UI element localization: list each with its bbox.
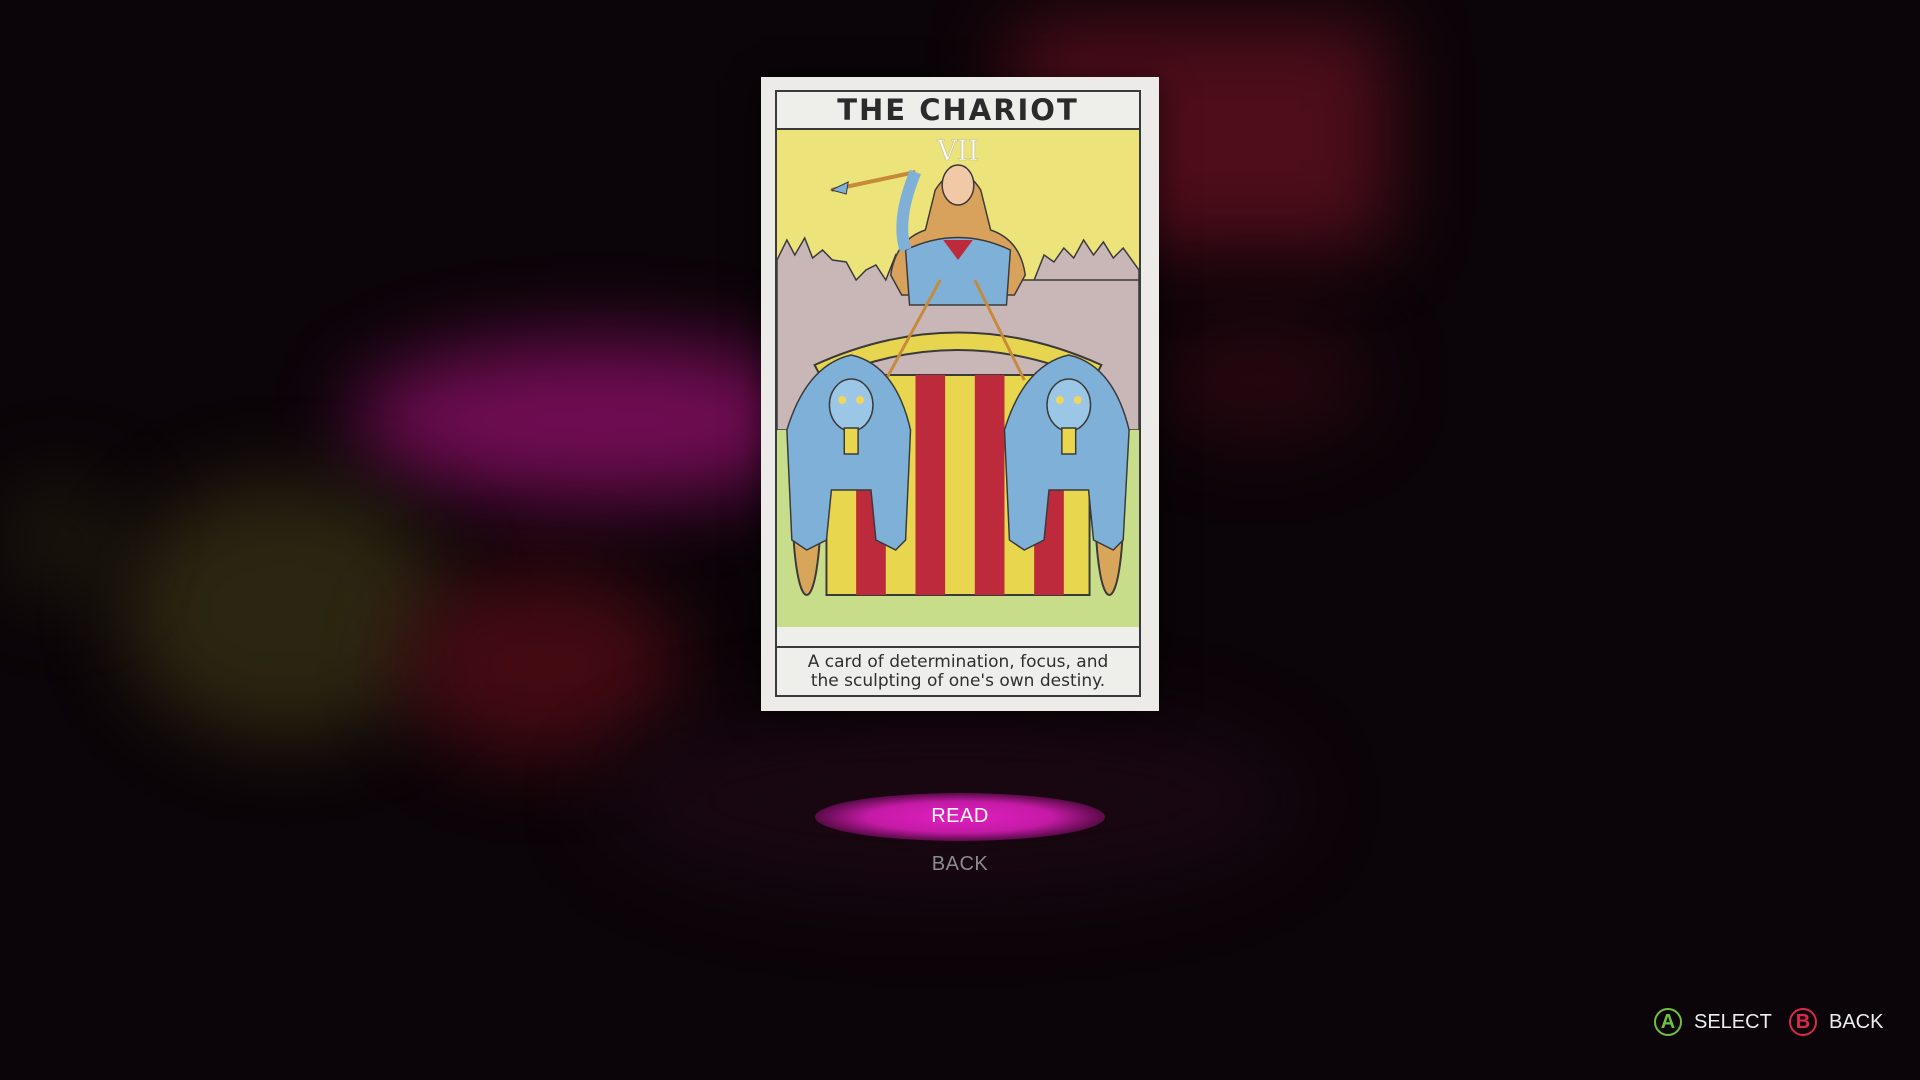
back-prompt[interactable]: B BACK <box>1789 1006 1883 1038</box>
select-prompt[interactable]: A SELECT <box>1654 1006 1772 1038</box>
card-illustration: VII <box>777 130 1139 627</box>
read-button[interactable]: READ <box>0 805 1920 828</box>
b-button-icon: B <box>1789 1008 1817 1036</box>
back-menu-button[interactable]: BACK <box>0 853 1920 876</box>
card-description-line-2: the sculpting of one's own destiny. <box>810 671 1106 691</box>
tarot-card-frame: THE CHARIOT VII A card of determination,… <box>775 90 1141 697</box>
card-numeral: VII <box>936 134 979 167</box>
a-button-icon: A <box>1654 1008 1682 1036</box>
card-description-line-1: A card of determination, focus, and <box>807 652 1109 672</box>
tarot-card: THE CHARIOT VII A card of determination,… <box>761 77 1159 711</box>
card-description: A card of determination, focus, and the … <box>777 646 1139 695</box>
back-prompt-label: BACK <box>1829 1010 1884 1033</box>
card-title: THE CHARIOT <box>777 92 1139 130</box>
select-prompt-label: SELECT <box>1694 1010 1772 1033</box>
